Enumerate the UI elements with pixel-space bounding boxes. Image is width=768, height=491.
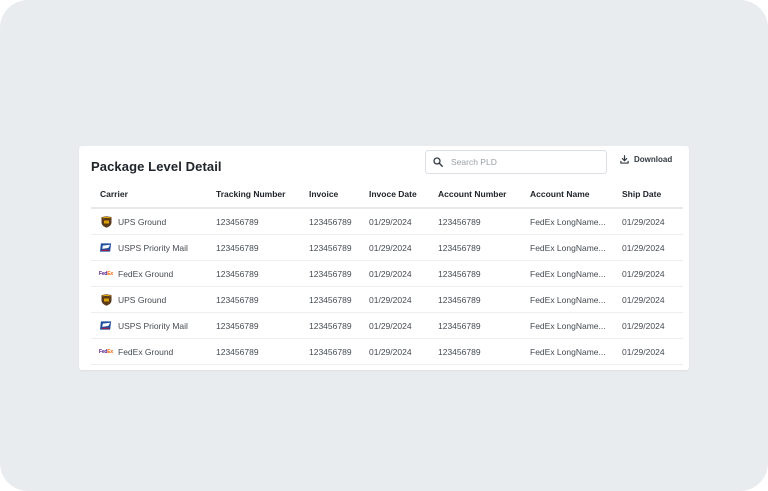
tracking-number-cell: 123456789 bbox=[216, 260, 309, 287]
pld-table: Carrier Tracking Number Invoice Invoce D… bbox=[91, 182, 683, 365]
column-header-invoice[interactable]: Invoice bbox=[309, 182, 369, 209]
search-box[interactable] bbox=[425, 150, 607, 174]
account-name-cell: FedEx LongName... bbox=[530, 234, 622, 261]
table-row[interactable]: USPS Priority Mail 123456789 123456789 01/2… bbox=[91, 312, 683, 339]
column-header-tracking-number[interactable]: Tracking Number bbox=[216, 182, 309, 209]
table-row[interactable]: FedEx FedEx Ground 123456789 123456789 01/2… bbox=[91, 338, 683, 365]
column-header-invoice-date[interactable]: Invoce Date bbox=[369, 182, 438, 209]
tracking-number-cell: 123456789 bbox=[216, 312, 309, 339]
account-number-cell: 123456789 bbox=[438, 312, 530, 339]
search-icon bbox=[433, 157, 443, 167]
table-row[interactable]: UPS Ground 123456789 123456789 01/29/2024 12… bbox=[91, 286, 683, 313]
carrier-cell: USPS Priority Mail bbox=[91, 312, 216, 339]
invoice-date-cell: 01/29/2024 bbox=[369, 260, 438, 287]
carrier-name: UPS Ground bbox=[118, 216, 167, 227]
tracking-number-cell: 123456789 bbox=[216, 234, 309, 261]
tracking-number-cell: 123456789 bbox=[216, 286, 309, 313]
carrier-logo bbox=[100, 215, 112, 228]
invoice-date-cell: 01/29/2024 bbox=[369, 312, 438, 339]
ups-icon bbox=[101, 293, 111, 306]
fedex-icon: FedEx bbox=[99, 270, 114, 277]
account-number-cell: 123456789 bbox=[438, 338, 530, 365]
carrier-logo bbox=[100, 293, 112, 306]
table-header-row: Carrier Tracking Number Invoice Invoce D… bbox=[91, 182, 683, 209]
invoice-cell: 123456789 bbox=[309, 234, 369, 261]
carrier-logo: FedEx bbox=[99, 268, 114, 280]
page-background: Package Level Detail Download Carrier bbox=[0, 0, 768, 491]
account-name-cell: FedEx LongName... bbox=[530, 260, 622, 287]
ship-date-cell: 01/29/2024 bbox=[622, 312, 683, 339]
column-header-carrier[interactable]: Carrier bbox=[91, 182, 216, 209]
invoice-date-cell: 01/29/2024 bbox=[369, 208, 438, 235]
download-label: Download bbox=[634, 155, 673, 164]
invoice-date-cell: 01/29/2024 bbox=[369, 234, 438, 261]
carrier-cell-content: USPS Priority Mail bbox=[91, 242, 216, 254]
panel-title: Package Level Detail bbox=[91, 159, 222, 174]
account-number-cell: 123456789 bbox=[438, 208, 530, 235]
download-button[interactable]: Download bbox=[620, 155, 672, 164]
carrier-logo: FedEx bbox=[99, 346, 114, 358]
carrier-cell: UPS Ground bbox=[91, 208, 216, 235]
ship-date-cell: 01/29/2024 bbox=[622, 286, 683, 313]
account-number-cell: 123456789 bbox=[438, 260, 530, 287]
carrier-cell-content: UPS Ground bbox=[91, 215, 216, 228]
carrier-cell-content: FedEx FedEx Ground bbox=[91, 268, 216, 280]
tracking-number-cell: 123456789 bbox=[216, 338, 309, 365]
carrier-name: USPS Priority Mail bbox=[118, 242, 188, 253]
ship-date-cell: 01/29/2024 bbox=[622, 234, 683, 261]
carrier-cell-content: USPS Priority Mail bbox=[91, 320, 216, 332]
account-name-cell: FedEx LongName... bbox=[530, 208, 622, 235]
usps-icon bbox=[100, 321, 112, 330]
carrier-cell: FedEx FedEx Ground bbox=[91, 260, 216, 287]
invoice-cell: 123456789 bbox=[309, 286, 369, 313]
fedex-icon: FedEx bbox=[99, 348, 114, 355]
invoice-cell: 123456789 bbox=[309, 260, 369, 287]
carrier-logo bbox=[100, 320, 112, 332]
invoice-date-cell: 01/29/2024 bbox=[369, 286, 438, 313]
carrier-name: FedEx Ground bbox=[118, 346, 174, 357]
usps-icon bbox=[100, 243, 112, 252]
download-icon bbox=[620, 155, 629, 164]
account-name-cell: FedEx LongName... bbox=[530, 286, 622, 313]
account-name-cell: FedEx LongName... bbox=[530, 312, 622, 339]
column-header-account-number[interactable]: Account Number bbox=[438, 182, 530, 209]
account-name-cell: FedEx LongName... bbox=[530, 338, 622, 365]
carrier-cell: USPS Priority Mail bbox=[91, 234, 216, 261]
carrier-cell-content: FedEx FedEx Ground bbox=[91, 346, 216, 358]
search-input[interactable] bbox=[449, 156, 593, 168]
carrier-logo bbox=[100, 242, 112, 254]
invoice-cell: 123456789 bbox=[309, 312, 369, 339]
carrier-cell-content: UPS Ground bbox=[91, 293, 216, 306]
column-header-account-name[interactable]: Account Name bbox=[530, 182, 622, 209]
carrier-cell: UPS Ground bbox=[91, 286, 216, 313]
column-header-ship-date[interactable]: Ship Date bbox=[622, 182, 683, 209]
package-level-detail-panel: Package Level Detail Download Carrier bbox=[79, 146, 689, 370]
ship-date-cell: 01/29/2024 bbox=[622, 338, 683, 365]
invoice-date-cell: 01/29/2024 bbox=[369, 338, 438, 365]
carrier-cell: FedEx FedEx Ground bbox=[91, 338, 216, 365]
table-row[interactable]: USPS Priority Mail 123456789 123456789 01/2… bbox=[91, 234, 683, 261]
ship-date-cell: 01/29/2024 bbox=[622, 208, 683, 235]
tracking-number-cell: 123456789 bbox=[216, 208, 309, 235]
ship-date-cell: 01/29/2024 bbox=[622, 260, 683, 287]
carrier-name: FedEx Ground bbox=[118, 268, 174, 279]
ups-icon bbox=[101, 215, 111, 228]
account-number-cell: 123456789 bbox=[438, 286, 530, 313]
invoice-cell: 123456789 bbox=[309, 338, 369, 365]
carrier-name: USPS Priority Mail bbox=[118, 320, 188, 331]
invoice-cell: 123456789 bbox=[309, 208, 369, 235]
account-number-cell: 123456789 bbox=[438, 234, 530, 261]
carrier-name: UPS Ground bbox=[118, 294, 167, 305]
table-row[interactable]: UPS Ground 123456789 123456789 01/29/2024 12… bbox=[91, 208, 683, 235]
table-row[interactable]: FedEx FedEx Ground 123456789 123456789 01/2… bbox=[91, 260, 683, 287]
